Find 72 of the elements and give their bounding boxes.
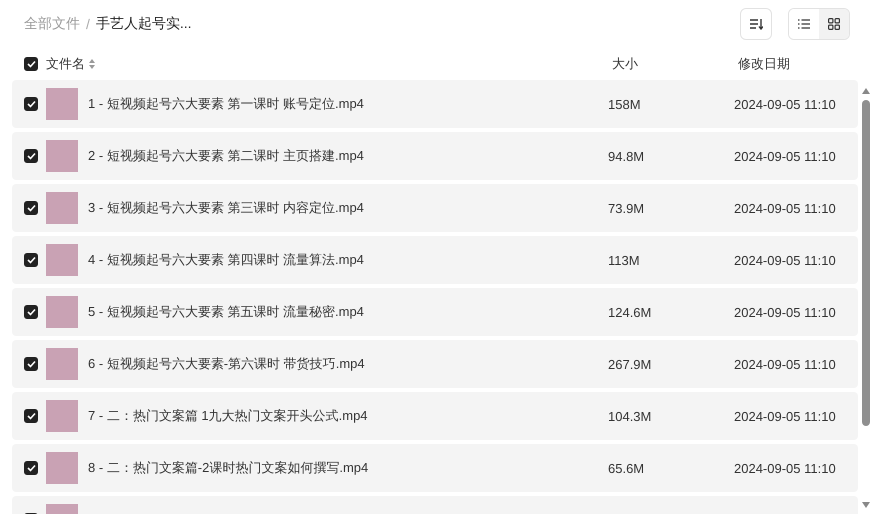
grid-icon — [828, 18, 840, 30]
checkbox[interactable] — [24, 57, 38, 71]
list-icon — [798, 19, 810, 29]
checkmark-icon — [26, 100, 36, 108]
checkbox[interactable] — [24, 409, 38, 423]
checkmark-icon — [26, 360, 36, 368]
modified-date: 2024-09-05 11:10 — [734, 252, 836, 268]
file-size: 158M — [608, 96, 641, 112]
photo-placeholder — [46, 452, 78, 484]
file-size: 113M — [608, 252, 640, 268]
file-row[interactable]: 4 - 短视频起号六大要素 第四课时 流量算法.mp4 113M 2024-09-05 11:10 — [12, 236, 858, 284]
photo-placeholder — [46, 88, 78, 120]
file-name: 8 - 二：热门文案篇-2课时热门文案如何撰写.mp4 — [88, 460, 368, 475]
file-name: 7 - 二：热门文案篇 1九大热门文案开头公式.mp4 — [88, 408, 368, 423]
scrollbar-thumb[interactable] — [862, 100, 870, 426]
photo-placeholder — [46, 244, 78, 276]
file-name: 4 - 短视频起号六大要素 第四课时 流量算法.mp4 — [88, 252, 364, 267]
photo-placeholder — [46, 348, 78, 380]
file-size: 65.6M — [608, 460, 644, 476]
file-name: 2 - 短视频起号六大要素 第二课时 主页搭建.mp4 — [88, 148, 364, 163]
breadcrumb-item[interactable]: 手艺人起号实... — [96, 15, 192, 33]
checkmark-icon — [26, 204, 36, 212]
checkmark-icon — [26, 60, 36, 68]
grid-view-button[interactable] — [819, 9, 849, 39]
modified-date: 2024-09-05 11:10 — [734, 96, 836, 112]
sort-button[interactable] — [740, 8, 772, 40]
column-header[interactable]: 文件名 — [46, 55, 85, 73]
checkbox[interactable] — [24, 357, 38, 371]
file-name: 1 - 短视频起号六大要素 第一课时 账号定位.mp4 — [88, 96, 364, 111]
modified-date: 2024-09-05 11:10 — [734, 408, 836, 424]
column-header: 修改日期 — [738, 56, 790, 71]
sort-arrows-icon[interactable] — [89, 59, 95, 69]
checkbox[interactable] — [24, 149, 38, 163]
modified-date: 2024-09-05 11:10 — [734, 148, 836, 164]
file-row[interactable]: 2 - 短视频起号六大要素 第二课时 主页搭建.mp4 94.8M 2024-09-05 11:10 — [12, 132, 858, 180]
file-row[interactable]: 7 - 二：热门文案篇 1九大热门文案开头公式.mp4 104.3M 2024-09-05 11:10 — [12, 392, 858, 440]
modified-date: 2024-09-05 11:10 — [734, 304, 836, 320]
modified-date: 2024-09-05 11:10 — [734, 356, 836, 372]
file-row[interactable]: 8 - 二：热门文案篇-2课时热门文案如何撰写.mp4 65.6M 2024-09-05 11:10 — [12, 444, 858, 492]
file-row[interactable]: 1 - 短视频起号六大要素 第一课时 账号定位.mp4 158M 2024-09-05 11:10 — [12, 80, 858, 128]
file-size: 73.9M — [608, 200, 644, 216]
file-size: 104.3M — [608, 408, 652, 424]
checkmark-icon — [26, 308, 36, 316]
file-row[interactable]: 3 - 短视频起号六大要素 第三课时 内容定位.mp4 73.9M 2024-09-05 11:10 — [12, 184, 858, 232]
photo-placeholder — [46, 192, 78, 224]
file-name: 6 - 短视频起号六大要素-第六课时 带货技巧.mp4 — [88, 356, 365, 371]
file-name: 3 - 短视频起号六大要素 第三课时 内容定位.mp4 — [88, 200, 364, 215]
checkmark-icon — [26, 464, 36, 472]
checkbox[interactable] — [24, 97, 38, 111]
modified-date: 2024-09-05 11:10 — [734, 200, 836, 216]
sort-icon — [749, 18, 763, 30]
file-row[interactable]: 5 - 短视频起号六大要素 第五课时 流量秘密.mp4 124.6M 2024-09-05 11:10 — [12, 288, 858, 336]
photo-placeholder — [46, 140, 78, 172]
scroll-down-icon[interactable] — [862, 502, 870, 508]
scroll-up-icon[interactable] — [862, 88, 870, 94]
checkbox[interactable] — [24, 461, 38, 475]
file-size: 94.8M — [608, 148, 644, 164]
modified-date: 2024-09-05 11:10 — [734, 460, 836, 476]
checkmark-icon — [26, 152, 36, 160]
file-name: 5 - 短视频起号六大要素 第五课时 流量秘密.mp4 — [88, 304, 364, 319]
checkbox[interactable] — [24, 253, 38, 267]
file-size: 124.6M — [608, 304, 652, 320]
photo-placeholder — [46, 296, 78, 328]
checkmark-icon — [26, 412, 36, 420]
checkbox[interactable] — [24, 305, 38, 319]
column-header: 大小 — [612, 56, 638, 71]
photo-placeholder — [46, 400, 78, 432]
checkmark-icon — [26, 256, 36, 264]
breadcrumb-separator: / — [86, 16, 90, 32]
checkbox[interactable] — [24, 201, 38, 215]
file-size: 267.9M — [608, 356, 652, 372]
file-row[interactable]: 6 - 短视频起号六大要素-第六课时 带货技巧.mp4 267.9M 2024-09-05 11:10 — [12, 340, 858, 388]
